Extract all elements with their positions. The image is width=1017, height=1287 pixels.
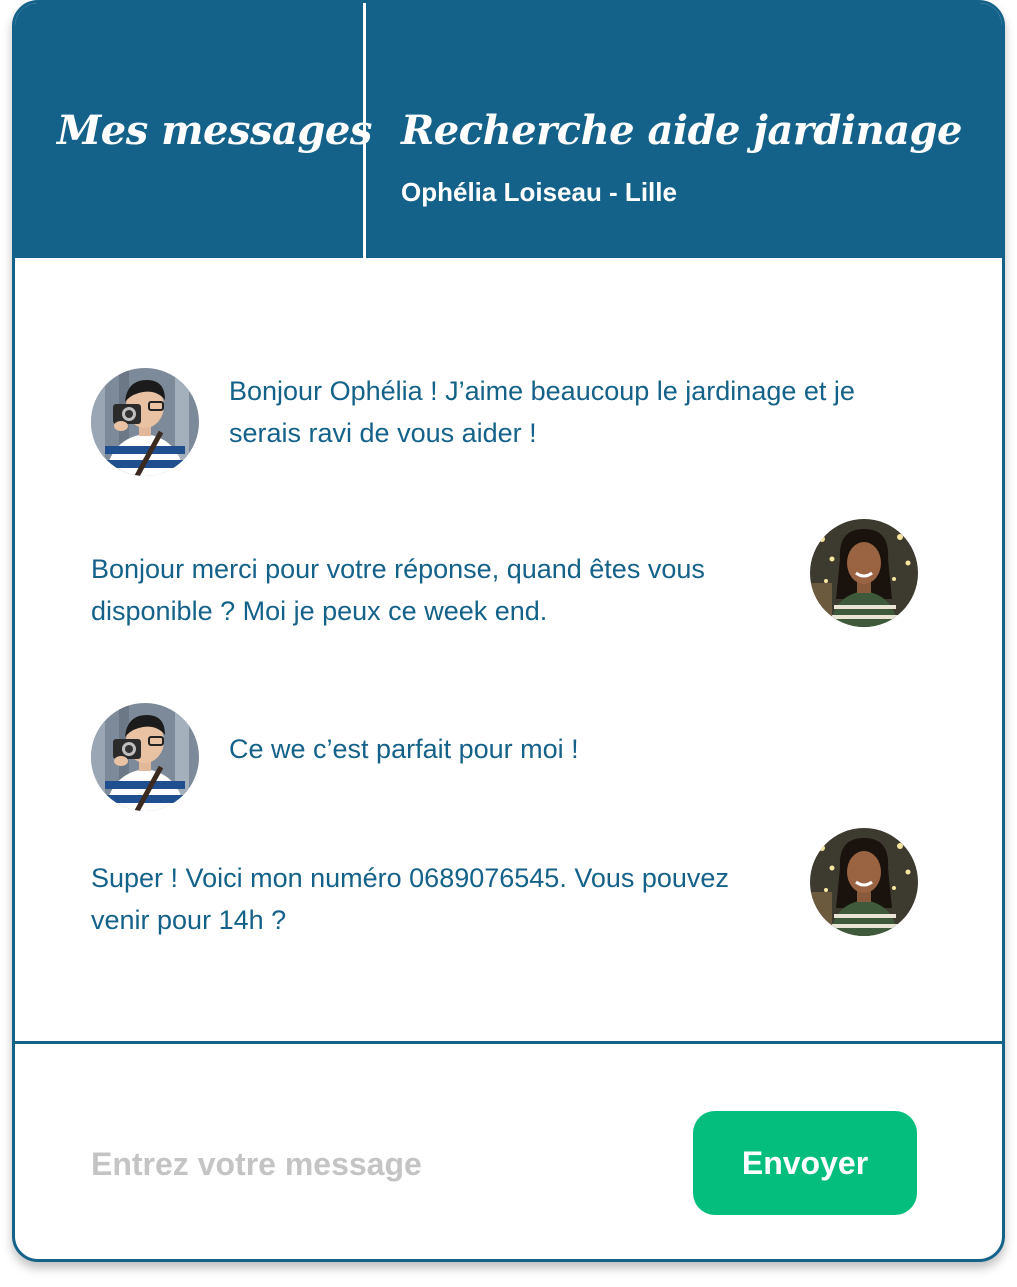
chat-card: Mes messages Recherche aide jardinage Op… [12, 0, 1005, 1262]
composer-divider [15, 1041, 1002, 1044]
message-list: Bonjour Ophélia ! J’aime beaucoup le jar… [15, 258, 1002, 1043]
message-text: Bonjour merci pour votre réponse, quand … [91, 554, 705, 626]
send-button[interactable]: Envoyer [693, 1111, 917, 1215]
man-with-camera-avatar [91, 703, 199, 811]
conversation-title: Recherche aide jardinage [401, 107, 962, 154]
woman-smiling-avatar [810, 828, 918, 936]
conversation-subtitle: Ophélia Loiseau - Lille [401, 177, 677, 207]
message-text: Super ! Voici mon numéro 0689076545. Vou… [91, 863, 729, 935]
message-input[interactable] [91, 1139, 631, 1189]
message-text: Ce we c’est parfait pour moi ! [229, 734, 579, 764]
woman-smiling-avatar [810, 519, 918, 627]
man-with-camera-avatar [91, 368, 199, 476]
chat-header: Mes messages Recherche aide jardinage Op… [15, 3, 1002, 258]
my-messages-title[interactable]: Mes messages [57, 107, 372, 154]
header-divider [363, 3, 366, 258]
message-text: Bonjour Ophélia ! J’aime beaucoup le jar… [229, 376, 855, 448]
